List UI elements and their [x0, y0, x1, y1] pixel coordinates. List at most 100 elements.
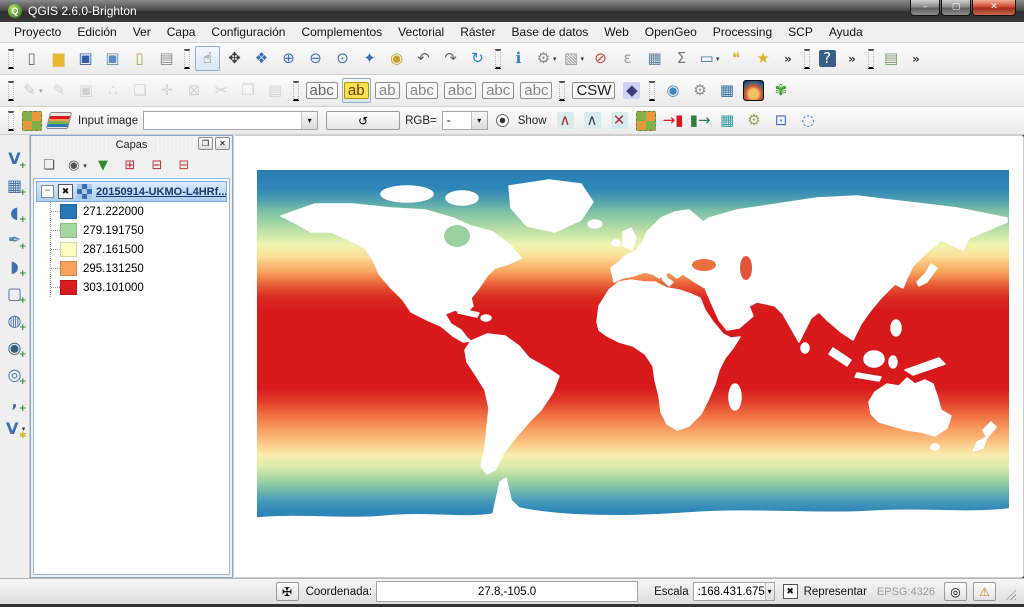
- move-feature-icon[interactable]: ❏: [128, 78, 153, 103]
- menu-vectorial[interactable]: Vectorial: [390, 22, 452, 42]
- add-wms-layer-icon[interactable]: ◍+: [2, 308, 28, 333]
- sst-preview-icon[interactable]: [741, 78, 766, 103]
- menu-base-de-datos[interactable]: Base de datos: [504, 22, 597, 42]
- resize-grip[interactable]: [1003, 587, 1016, 600]
- scp-refresh-button[interactable]: ↺: [326, 111, 400, 130]
- menu-capa[interactable]: Capa: [159, 22, 204, 42]
- csw-search-icon[interactable]: CSW: [570, 78, 617, 103]
- class-output-icon[interactable]: ▮→: [688, 108, 713, 133]
- save-project-as-icon[interactable]: ▣: [100, 46, 125, 71]
- label-rotate-icon[interactable]: abc: [480, 78, 516, 103]
- label-properties-icon[interactable]: abc: [518, 78, 554, 103]
- collapse-all-icon[interactable]: ⊟: [146, 155, 168, 176]
- label-move-icon[interactable]: abc: [442, 78, 478, 103]
- feature-action-icon[interactable]: ⚙▾: [533, 46, 559, 71]
- messages-icon[interactable]: ⚠: [973, 582, 996, 601]
- rgb-combo[interactable]: - ▾: [442, 111, 488, 130]
- measure-icon[interactable]: ▭▾: [696, 46, 722, 71]
- map-legend-icon[interactable]: ▤: [879, 46, 904, 71]
- add-wcs-layer-icon[interactable]: ◉+: [2, 335, 28, 360]
- add-postgis-layer-icon[interactable]: ◖+: [2, 200, 28, 225]
- zoom-full-icon[interactable]: ✦: [357, 46, 382, 71]
- overflow-icon[interactable]: »: [842, 46, 863, 71]
- refresh-map-icon[interactable]: ↻: [465, 46, 490, 71]
- map-canvas[interactable]: [233, 135, 1024, 578]
- label-visibility-icon[interactable]: abc: [404, 78, 440, 103]
- touch-tool-icon[interactable]: ☝: [195, 46, 220, 71]
- map-tips-icon[interactable]: ❝: [724, 46, 749, 71]
- identify-icon[interactable]: ℹ: [506, 46, 531, 71]
- scp-plugin-icon[interactable]: ✾: [768, 78, 793, 103]
- title-bar[interactable]: Q QGIS 2.6.0-Brighton – ▢ ✕: [0, 0, 1024, 22]
- maximize-button[interactable]: ▢: [941, 0, 971, 16]
- bandset-add-icon[interactable]: [634, 108, 659, 133]
- band-calc-icon[interactable]: ▦: [715, 108, 740, 133]
- deselect-icon[interactable]: ⊘: [588, 46, 613, 71]
- zoom-out-icon[interactable]: ⊖: [303, 46, 328, 71]
- add-group-icon[interactable]: ❏: [38, 155, 60, 176]
- add-feature-icon[interactable]: ∴: [101, 78, 126, 103]
- select-expression-icon[interactable]: ε: [615, 46, 640, 71]
- add-spatialite-layer-icon[interactable]: ✒+: [2, 227, 28, 252]
- menu-configuracion[interactable]: Configuración: [203, 22, 293, 42]
- add-wfs-layer-icon[interactable]: ◎+: [2, 362, 28, 387]
- add-raster-layer-icon[interactable]: ▦+: [2, 173, 28, 198]
- menu-complementos[interactable]: Complementos: [293, 22, 390, 42]
- delete-selected-icon[interactable]: ⊠: [182, 78, 207, 103]
- layer-tree[interactable]: − ✖ 20150914-UKMO-L4HRf... 271.222000: [33, 178, 230, 575]
- help-icon[interactable]: ?: [815, 46, 840, 71]
- scatter-plot-icon[interactable]: ✕: [607, 108, 632, 133]
- layer-checkbox[interactable]: ✖: [58, 184, 73, 199]
- zoom-in-icon[interactable]: ⊕: [276, 46, 301, 71]
- metasearch-icon[interactable]: ◆: [619, 78, 644, 103]
- progress-ring-icon[interactable]: ◌: [796, 108, 821, 133]
- new-shapefile-icon[interactable]: V✱▾: [2, 416, 28, 441]
- coordinate-input[interactable]: [376, 581, 638, 602]
- rgb-stack-icon[interactable]: [46, 108, 72, 133]
- input-image-combo[interactable]: ▾: [143, 111, 318, 130]
- add-vector-layer-icon[interactable]: V+: [2, 146, 28, 171]
- zoom-next-icon[interactable]: ↷: [438, 46, 463, 71]
- layers-panel-header[interactable]: Capas ❐ ✕: [31, 136, 232, 153]
- minimize-button[interactable]: –: [910, 0, 940, 16]
- new-project-icon[interactable]: ▯: [19, 46, 44, 71]
- statistics-icon[interactable]: Σ: [669, 46, 694, 71]
- menu-scp[interactable]: SCP: [780, 22, 821, 42]
- menu-opengeo[interactable]: OpenGeo: [637, 22, 705, 42]
- scale-combo[interactable]: :168.431.675 ▾: [693, 582, 775, 601]
- close-button[interactable]: ✕: [972, 0, 1016, 16]
- label-pin-icon[interactable]: ab: [373, 78, 402, 103]
- add-delimited-text-icon[interactable]: ,+: [2, 389, 28, 414]
- overflow-icon[interactable]: »: [778, 46, 799, 71]
- projector-icon[interactable]: ⊡: [769, 108, 794, 133]
- roi-signature-icon[interactable]: ∧: [553, 108, 578, 133]
- menu-ayuda[interactable]: Ayuda: [821, 22, 871, 42]
- composer-manager-icon[interactable]: ▤: [154, 46, 179, 71]
- copy-features-icon[interactable]: ❐: [236, 78, 261, 103]
- menu-web[interactable]: Web: [596, 22, 636, 42]
- show-radio[interactable]: [496, 114, 509, 127]
- add-mssql-layer-icon[interactable]: ◗+: [2, 254, 28, 279]
- new-bookmark-icon[interactable]: ★: [751, 46, 776, 71]
- render-checkbox[interactable]: ✖: [783, 584, 798, 599]
- current-edits-icon[interactable]: ✎▾: [19, 78, 45, 103]
- pan-map-icon[interactable]: ✥: [222, 46, 247, 71]
- netcdf-plugin-icon[interactable]: ▦: [714, 78, 739, 103]
- menu-proyecto[interactable]: Proyecto: [6, 22, 69, 42]
- overflow-icon[interactable]: »: [906, 46, 927, 71]
- open-project-icon[interactable]: ▆: [46, 46, 71, 71]
- expand-all-icon[interactable]: ⊞: [119, 155, 141, 176]
- menu-ver[interactable]: Ver: [125, 22, 159, 42]
- zoom-to-selection-icon[interactable]: ◉: [384, 46, 409, 71]
- add-oracle-layer-icon[interactable]: ▢+: [2, 281, 28, 306]
- layer-row[interactable]: − ✖ 20150914-UKMO-L4HRf...: [36, 181, 227, 202]
- panel-float-icon[interactable]: ❐: [198, 137, 213, 150]
- panel-close-icon[interactable]: ✕: [215, 137, 230, 150]
- select-features-icon[interactable]: ▧▾: [561, 46, 587, 71]
- manage-visibility-icon[interactable]: ◉▾: [65, 155, 87, 176]
- layer-labeling-icon[interactable]: abc: [304, 78, 340, 103]
- remove-layer-icon[interactable]: ⊟: [173, 155, 195, 176]
- bandset-icon[interactable]: [19, 108, 44, 133]
- globe-plugin-icon[interactable]: ◉: [660, 78, 685, 103]
- class-input-icon[interactable]: →▮: [661, 108, 686, 133]
